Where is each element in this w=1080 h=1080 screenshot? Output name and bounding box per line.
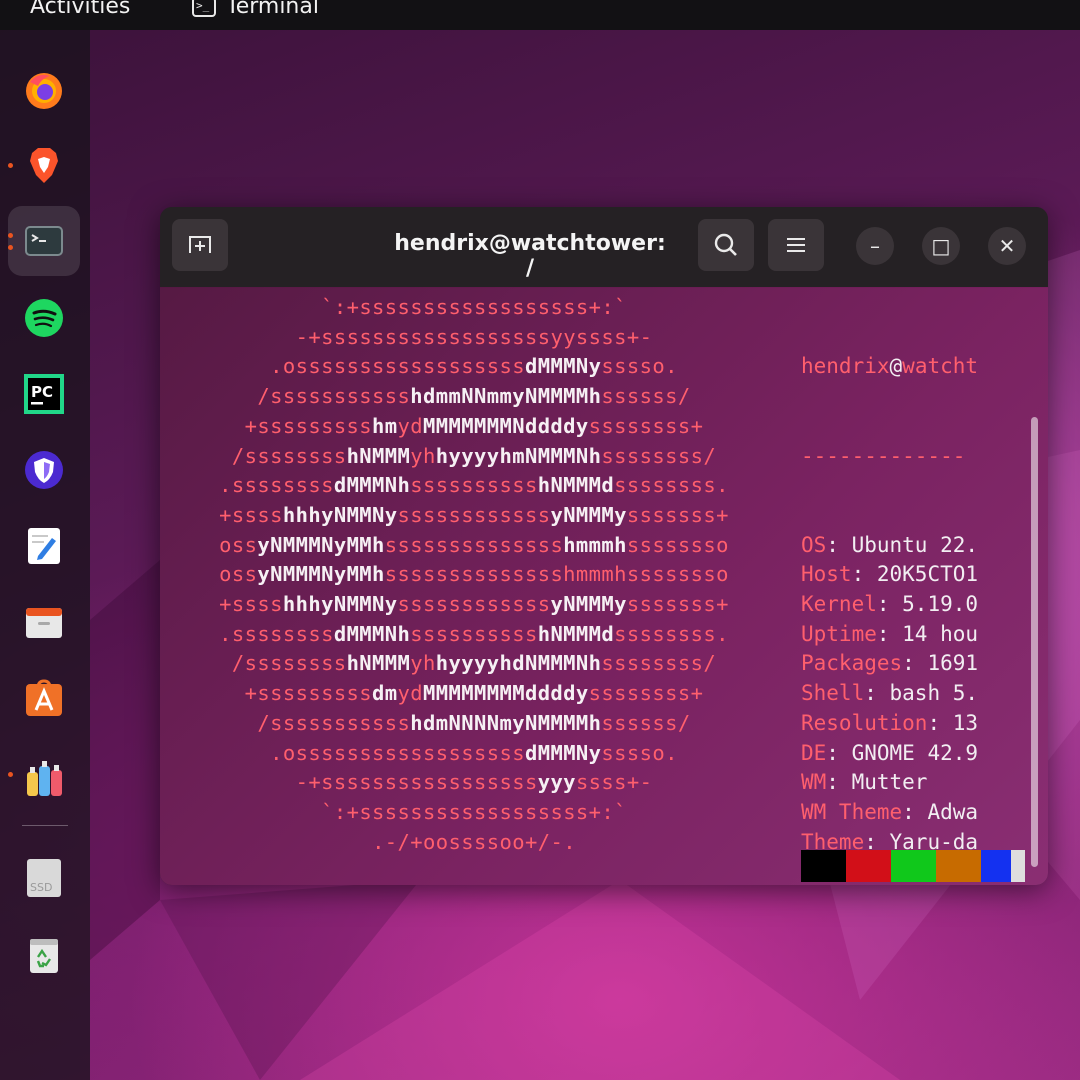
logo-line: ossyNMMMNyMMhsssssssssssssshmmmhssssssso — [219, 562, 729, 587]
info-row: OS: Ubuntu 22. — [801, 532, 979, 557]
dock-item-brave[interactable] — [8, 130, 80, 200]
svg-text:PC: PC — [31, 383, 53, 401]
running-indicator — [8, 245, 13, 250]
palette-swatch — [846, 850, 891, 882]
maximize-icon: □ — [931, 234, 951, 258]
info-separator: ------------- — [801, 443, 966, 468]
dock-item-spotify[interactable] — [8, 283, 80, 353]
logo-line: .ssssssssdMMMNhsssssssssshNMMMdssssssss. — [219, 621, 729, 646]
info-row: Host: 20K5CTO1 — [801, 562, 979, 587]
close-icon: ✕ — [998, 234, 1016, 258]
spotify-icon — [25, 299, 63, 337]
terminal-output[interactable]: `:+ssssssssssssssssss+:` -+ssssssssssssss… — [160, 287, 1048, 885]
logo-line: +sssssssssdmydMMMMMMMMddddyssssssss+ — [244, 681, 704, 706]
dock-item-ssd[interactable]: SSD — [8, 842, 80, 912]
dock-separator — [22, 825, 68, 826]
dock-item-text-editor[interactable] — [8, 511, 80, 581]
terminal-window[interactable]: hendrix@watchtower: / – □ ✕ `:+sssssssss… — [160, 207, 1048, 885]
menu-button[interactable] — [768, 219, 824, 271]
ssd-drive-icon: SSD — [27, 859, 61, 897]
color-palette — [801, 850, 1025, 882]
logo-line: .-/+oossssoo+/-. — [372, 829, 576, 854]
logo-line: .ssssssssdMMMNhsssssssssshNMMMdssssssss. — [219, 473, 729, 498]
palette-swatch — [801, 850, 846, 882]
palette-swatch — [981, 850, 1011, 882]
palette-swatch — [891, 850, 936, 882]
new-tab-button[interactable] — [172, 219, 228, 271]
logo-line: +sssshhhyNMMNyssssssssssssyNMMMysssssss+ — [219, 592, 729, 617]
software-store-icon — [26, 679, 62, 716]
text-editor-icon — [28, 528, 60, 564]
dock-item-software[interactable] — [8, 663, 80, 733]
info-row: Resolution: 13 — [801, 710, 979, 735]
logo-line: /ssssssssssshdmNNNNmyNMMMMhssssss/ — [257, 710, 691, 735]
running-indicator — [8, 772, 13, 777]
info-row: WM Theme: Adwa — [801, 799, 979, 824]
dock: PC SSD — [0, 30, 90, 1080]
shield-icon — [25, 451, 63, 489]
pycharm-icon: PC — [24, 374, 64, 414]
brave-icon — [30, 148, 58, 183]
minimize-icon: – — [870, 234, 880, 258]
activities-button[interactable]: Activities — [30, 0, 130, 19]
new-tab-icon — [189, 236, 211, 253]
dock-item-bottles[interactable] — [8, 743, 80, 813]
logo-line: `:+ssssssssssssssssss+:` — [321, 799, 627, 824]
trash-icon — [30, 939, 58, 973]
logo-line: .ossssssssssssssssssdMMMNysssso. — [270, 740, 678, 765]
dock-item-files[interactable] — [8, 587, 80, 657]
search-icon — [714, 233, 737, 256]
firefox-icon — [26, 73, 62, 109]
info-row: Shell: bash 5. — [801, 681, 979, 706]
info-row: Uptime: 14 hou — [801, 621, 979, 646]
window-title: hendrix@watchtower: / — [394, 231, 666, 281]
logo-line: `:+ssssssssssssssssss+:` — [321, 295, 627, 319]
logo-line: /sssssssshNMMMyhhyyyyhdNMMMNhssssssss/ — [231, 651, 717, 676]
top-bar: Activities >_ Terminal — [0, 0, 1080, 30]
close-button[interactable]: ✕ — [988, 227, 1026, 265]
app-menu-terminal[interactable]: >_ Terminal — [192, 0, 319, 19]
system-info: hendrix@watcht ------------- OS: Ubuntu … — [801, 293, 1011, 885]
logo-line: -+ssssssssssssssssssyyssss+- — [295, 324, 653, 349]
logo-line: /ssssssssssshdmmNNmmyNMMMMhssssss/ — [257, 384, 691, 409]
palette-swatch — [1011, 850, 1025, 882]
user-host-line: hendrix@watcht — [801, 354, 979, 379]
maximize-button[interactable]: □ — [922, 227, 960, 265]
app-menu-label: Terminal — [226, 0, 319, 19]
info-row: Kernel: 5.19.0 — [801, 592, 979, 617]
dock-item-vpn[interactable] — [8, 435, 80, 505]
logo-line: -+sssssssssssssssssyyyssss+- — [295, 770, 653, 795]
search-button[interactable] — [698, 219, 754, 271]
terminal-scrollbar[interactable] — [1031, 417, 1038, 867]
logo-line: .ossssssssssssssssssdMMMNysssso. — [270, 354, 678, 379]
info-row: Packages: 1691 — [801, 651, 979, 676]
logo-line: +ssssssssshmydMMMMMMMNddddyssssssss+ — [244, 413, 704, 438]
files-icon — [26, 608, 62, 638]
minimize-button[interactable]: – — [856, 227, 894, 265]
ubuntu-ascii-logo: `:+ssssssssssssssssss+:` -+ssssssssssssss… — [160, 293, 788, 857]
dock-item-pycharm[interactable]: PC — [8, 359, 80, 429]
running-indicator — [8, 233, 13, 238]
dock-item-terminal[interactable] — [8, 206, 80, 276]
terminal-headerbar[interactable]: hendrix@watchtower: / – □ ✕ — [160, 207, 1048, 288]
dock-item-trash[interactable] — [8, 918, 80, 988]
running-indicator — [8, 163, 13, 168]
terminal-icon — [25, 226, 63, 256]
dock-item-firefox[interactable] — [8, 55, 80, 125]
bottles-icon — [27, 761, 62, 796]
logo-line: +sssshhhyNMMNyssssssssssssyNMMMysssssss+ — [219, 502, 729, 527]
info-row: WM: Mutter — [801, 770, 928, 795]
palette-swatch — [936, 850, 981, 882]
hamburger-menu-icon — [787, 238, 805, 252]
logo-line: /sssssssshNMMMyhhyyyyhmNMMMNhssssssss/ — [231, 443, 717, 468]
svg-text:SSD: SSD — [30, 881, 52, 894]
terminal-icon: >_ — [192, 0, 216, 17]
info-row: DE: GNOME 42.9 — [801, 740, 979, 765]
logo-line: ossyNMMMNyMMhsssssssssssssshmmmhssssssso — [219, 532, 729, 557]
